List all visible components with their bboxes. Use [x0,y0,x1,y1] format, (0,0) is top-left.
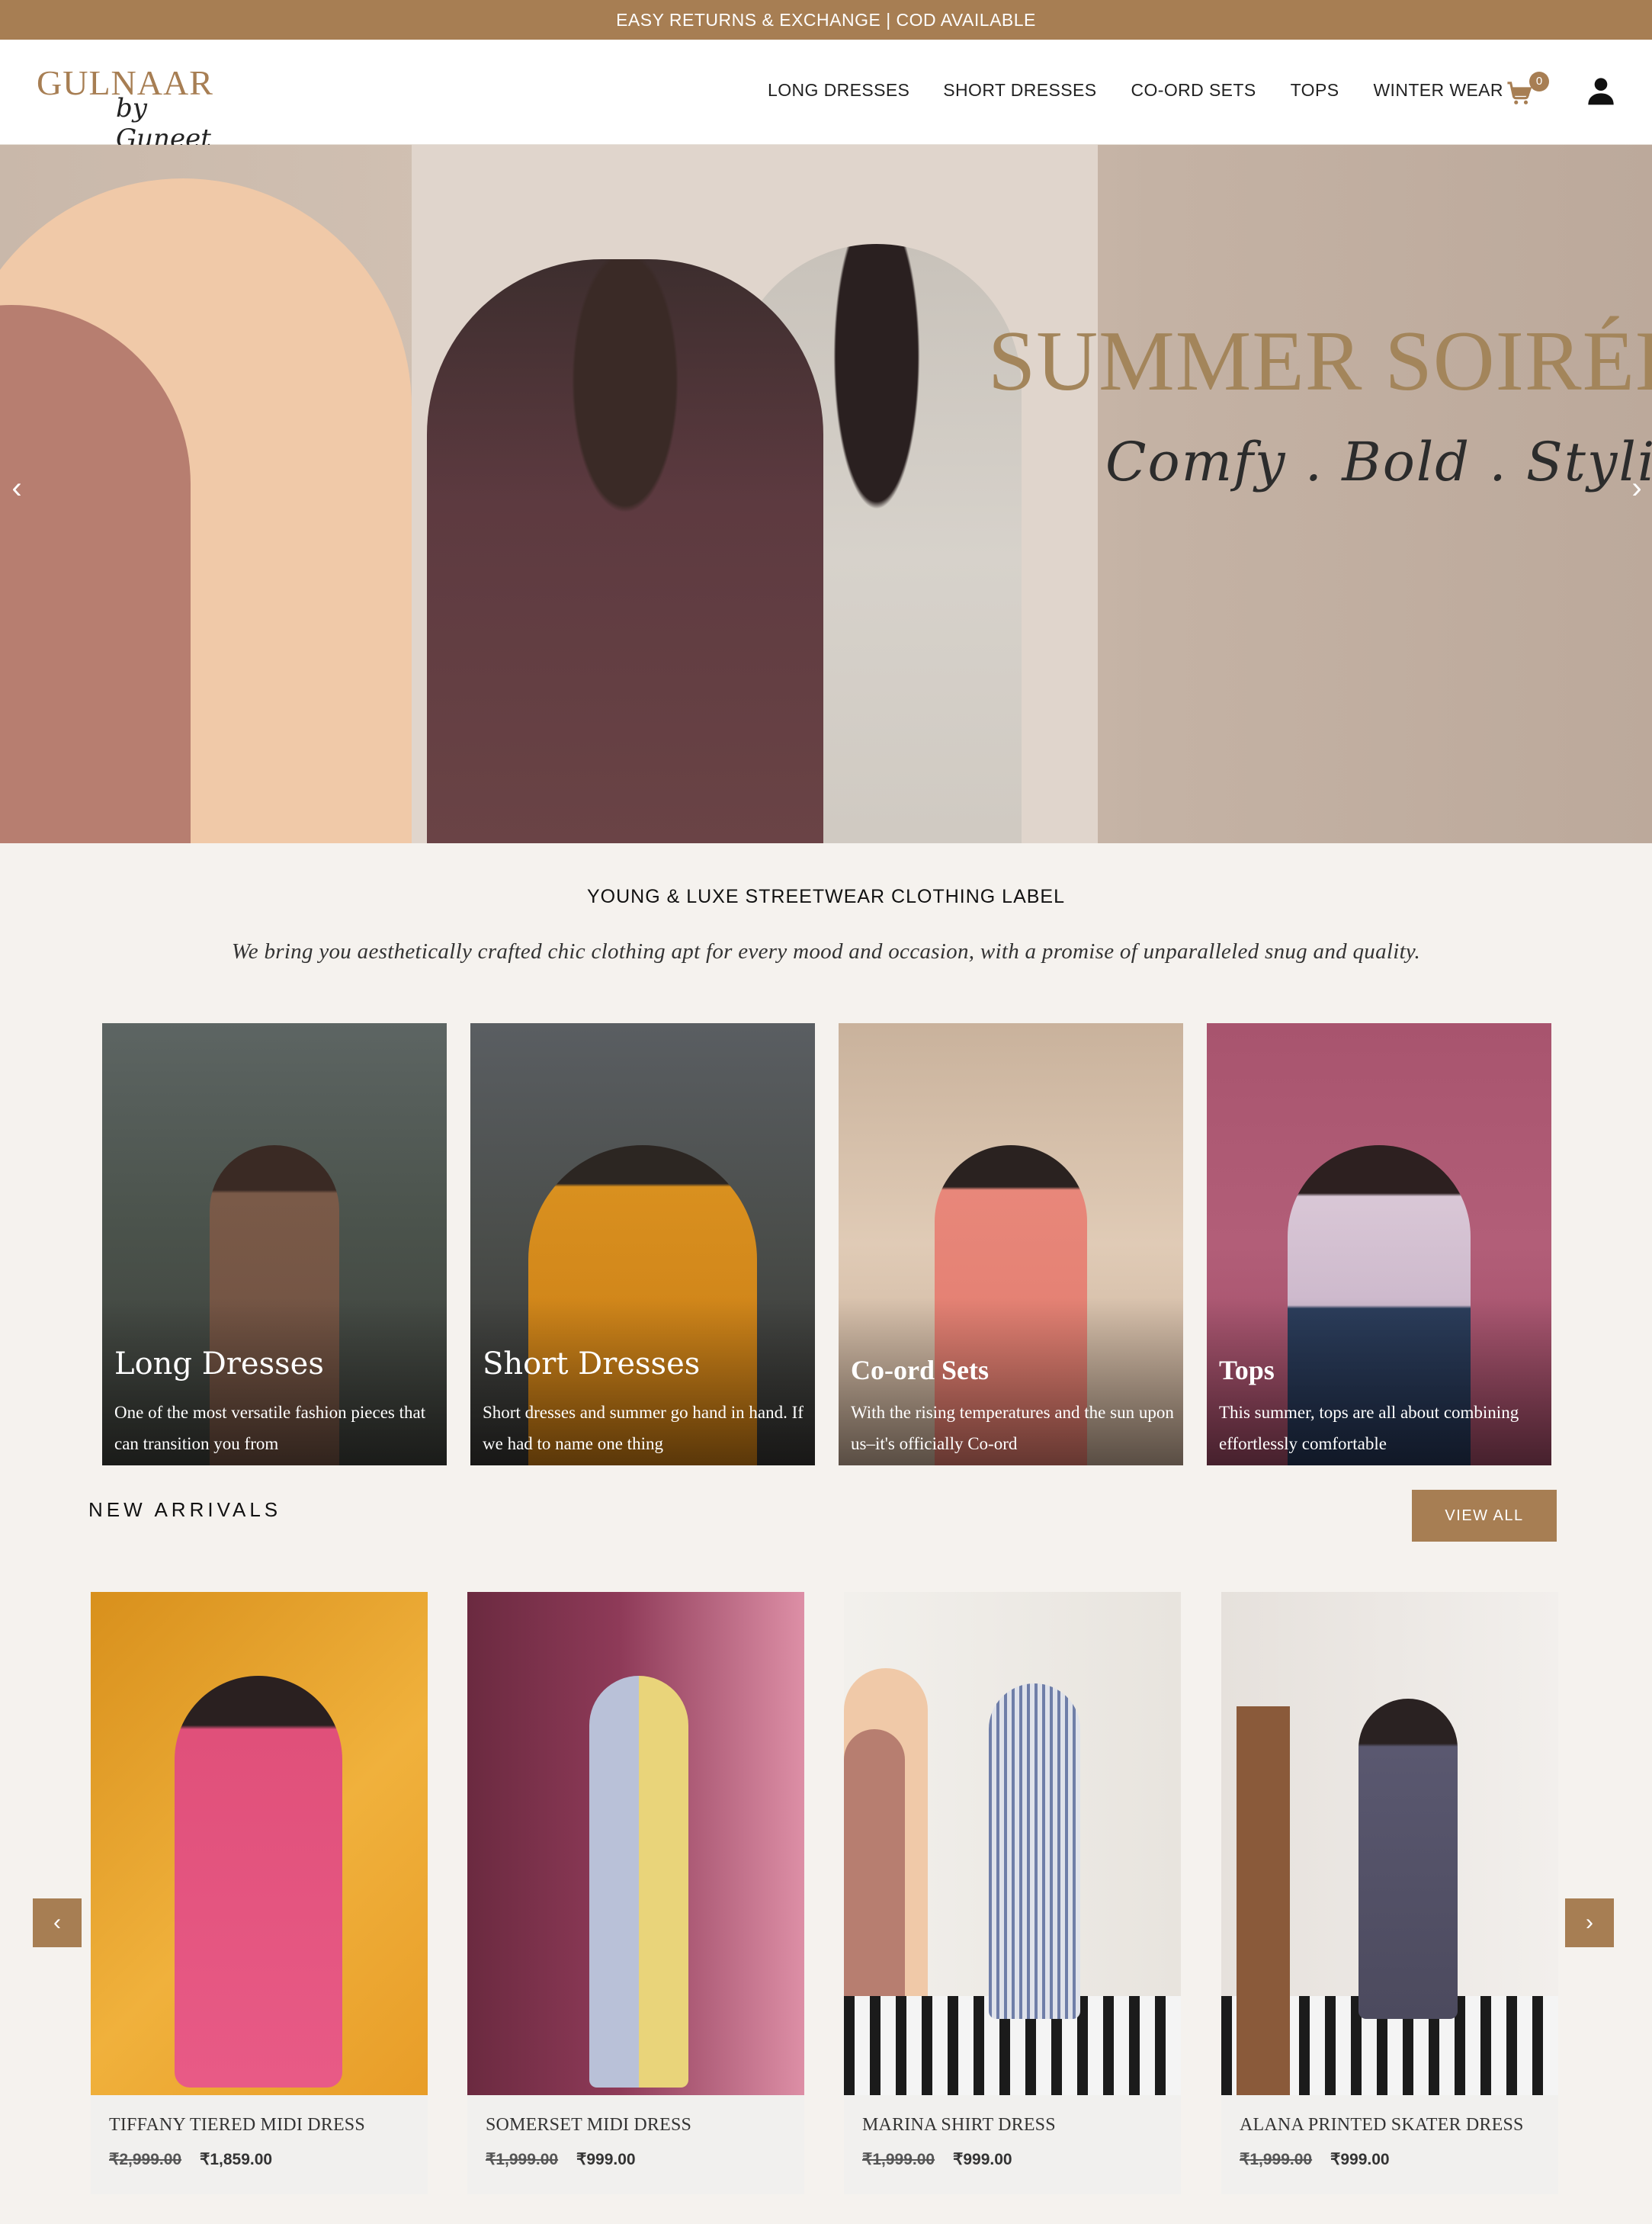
nav-short-dresses[interactable]: SHORT DRESSES [943,75,1096,105]
product-sale-price: ₹999.00 [1330,2151,1390,2168]
product-original-price: ₹1,999.00 [862,2151,935,2168]
product-image [467,1592,804,2095]
chevron-right-icon: › [1631,471,1642,505]
category-card-long-dresses[interactable]: Long Dresses One of the most versatile f… [102,1023,447,1465]
site-header: GULNAAR by Guneet LONG DRESSES SHORT DRE… [0,40,1652,154]
products-next-button[interactable]: › [1565,1898,1614,1947]
nav-long-dresses[interactable]: LONG DRESSES [768,75,909,105]
category-title: Co-ord Sets [851,1355,989,1385]
product-name: TIFFANY TIERED MIDI DRESS [109,2115,365,2135]
cart-count-badge: 0 [1529,72,1549,91]
main-nav: LONG DRESSES SHORT DRESSES CO-ORD SETS T… [762,75,1503,105]
product-card[interactable]: MARINA SHIRT DRESS ₹1,999.00 ₹999.00 [844,1592,1181,2194]
product-sale-price: ₹999.00 [953,2151,1012,2168]
chevron-left-icon: ‹ [53,1910,61,1935]
cart-icon [1507,82,1532,104]
nav-co-ord-sets[interactable]: CO-ORD SETS [1131,75,1256,105]
account-button[interactable] [1586,72,1619,108]
product-original-price: ₹2,999.00 [109,2151,182,2168]
intro-heading: YOUNG & LUXE STREETWEAR CLOTHING LABEL [586,886,1065,907]
hero-prev-button[interactable]: ‹ [2,473,32,503]
announcement-text: EASY RETURNS & EXCHANGE | COD AVAILABLE [616,10,1036,30]
products-prev-button[interactable]: ‹ [33,1898,82,1947]
category-description: With the rising temperatures and the sun… [851,1403,1174,1453]
category-card-short-dresses[interactable]: Short Dresses Short dresses and summer g… [470,1023,815,1465]
hero-next-button[interactable]: › [1622,473,1652,503]
chevron-left-icon: ‹ [11,471,22,505]
category-card-co-ord-sets[interactable]: Co-ord Sets With the rising temperatures… [839,1023,1183,1465]
product-name: MARINA SHIRT DRESS [862,2115,1056,2135]
new-arrivals-heading: NEW ARRIVALS [88,1498,282,1521]
category-description: One of the most versatile fashion pieces… [114,1403,426,1453]
product-original-price: ₹1,999.00 [486,2151,559,2168]
product-card[interactable]: ALANA PRINTED SKATER DRESS ₹1,999.00 ₹99… [1221,1592,1558,2194]
product-sale-price: ₹999.00 [576,2151,636,2168]
product-original-price: ₹1,999.00 [1240,2151,1313,2168]
product-image [1221,1592,1558,2095]
product-name: ALANA PRINTED SKATER DRESS [1240,2115,1524,2135]
product-card[interactable]: SOMERSET MIDI DRESS ₹1,999.00 ₹999.00 [467,1592,804,2194]
cart-button[interactable]: 0 [1506,72,1549,108]
category-card-tops[interactable]: Tops This summer, tops are all about com… [1207,1023,1551,1465]
brand-logo[interactable]: GULNAAR by Guneet [37,55,242,154]
hero-title: SUMMER SOIRÉE [988,314,1652,409]
nav-winter-wear[interactable]: WINTER WEAR [1373,75,1503,105]
nav-tops[interactable]: TOPS [1291,75,1339,105]
product-sale-price: ₹1,859.00 [200,2151,273,2168]
category-title: Short Dresses [483,1346,701,1382]
user-icon [1588,78,1614,105]
product-card[interactable]: TIFFANY TIERED MIDI DRESS ₹2,999.00 ₹1,8… [91,1592,428,2194]
hero-model-left [427,259,823,843]
hero-subtitle: Comfy . Bold . Stylish [1105,431,1652,493]
product-image [844,1592,1181,2095]
category-title: Tops [1219,1355,1275,1385]
intro-text: We bring you aesthetically crafted chic … [231,939,1421,964]
category-title: Long Dresses [114,1346,324,1382]
hero-banner[interactable]: SUMMER SOIRÉE Comfy . Bold . Stylish ‹ › [0,145,1652,843]
product-image [91,1592,428,2095]
view-all-button[interactable]: VIEW ALL [1412,1490,1557,1542]
chevron-right-icon: › [1586,1910,1593,1935]
category-description: This summer, tops are all about combinin… [1219,1403,1519,1453]
announcement-bar: EASY RETURNS & EXCHANGE | COD AVAILABLE [0,0,1652,40]
category-description: Short dresses and summer go hand in hand… [483,1403,804,1453]
product-name: SOMERSET MIDI DRESS [486,2115,692,2135]
